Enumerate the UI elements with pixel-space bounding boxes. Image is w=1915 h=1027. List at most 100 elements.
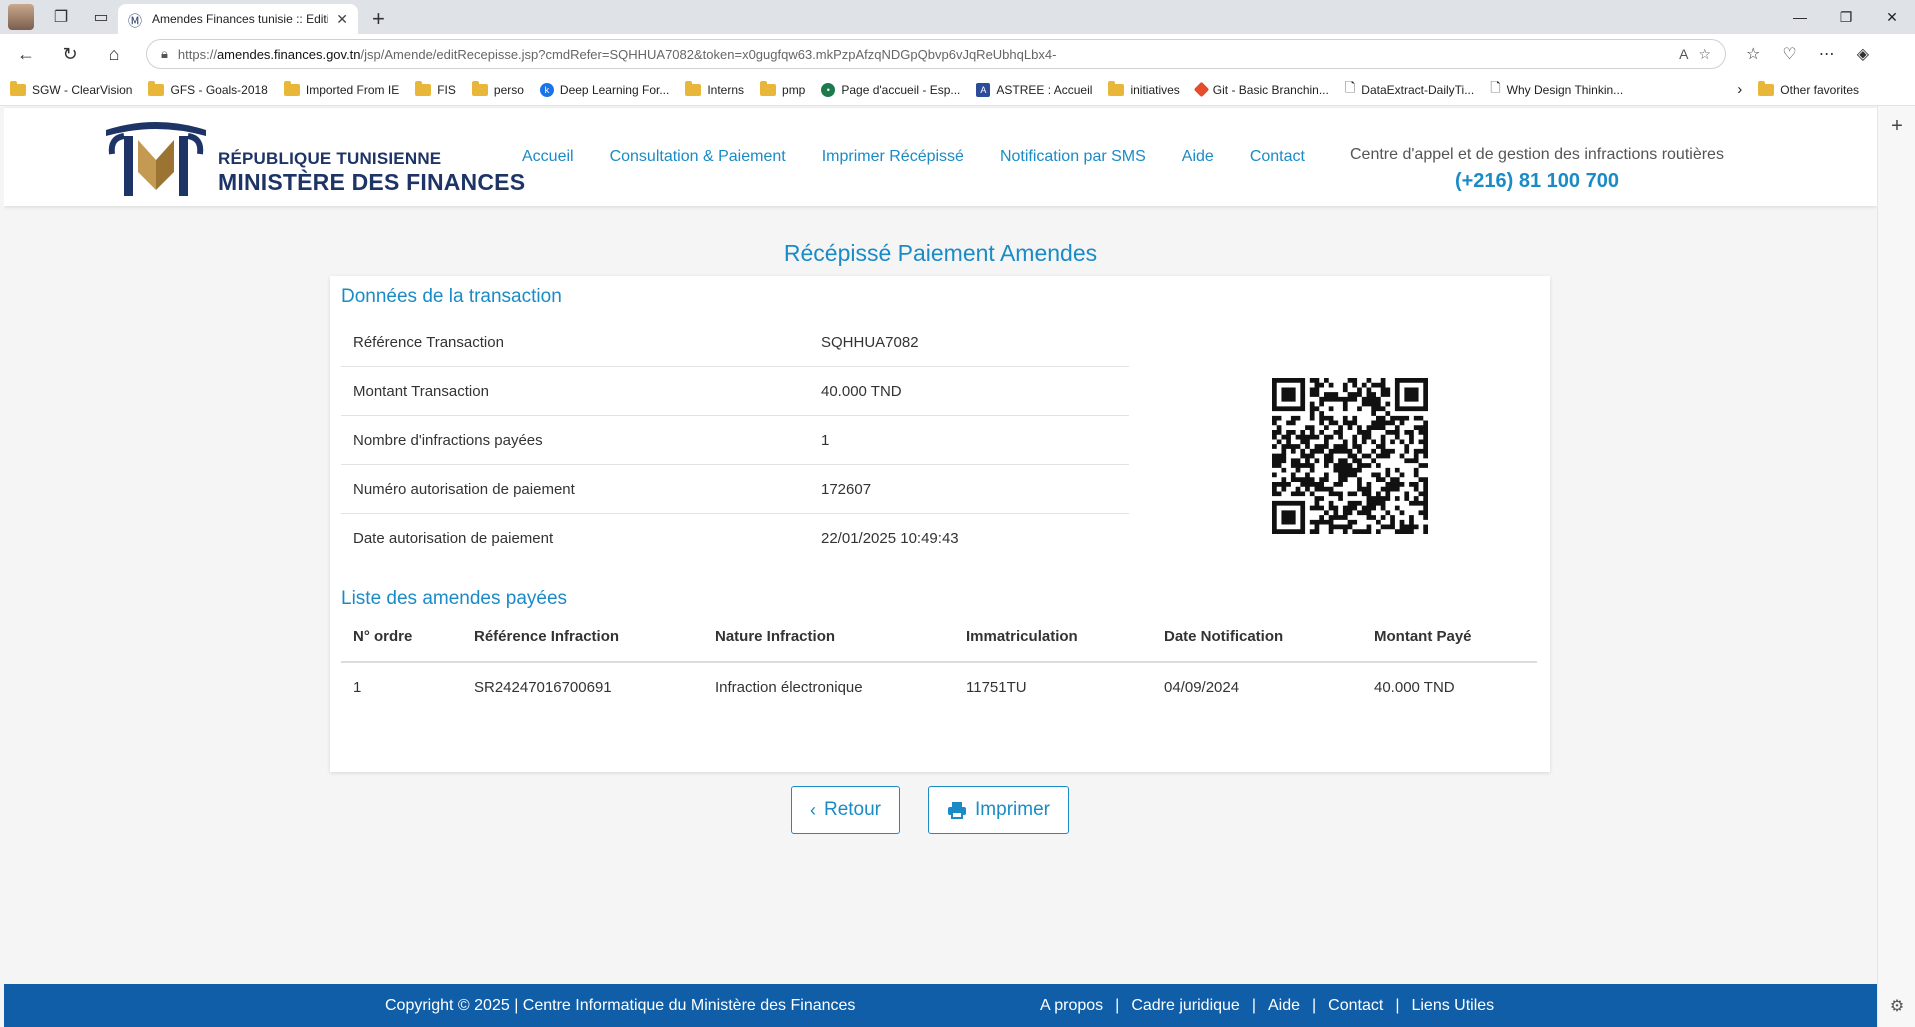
- bookmark-item[interactable]: k Deep Learning For...: [539, 82, 669, 97]
- web-page: RÉPUBLIQUE TUNISIENNE MINISTÈRE DES FINA…: [4, 106, 1877, 1027]
- bookmark-item[interactable]: GFS - Goals-2018: [148, 80, 268, 97]
- footer-link-aide[interactable]: Aide: [1268, 997, 1300, 1015]
- folder-icon: [685, 80, 702, 96]
- browser-essentials-icon[interactable]: ♡: [1782, 44, 1796, 64]
- folder-icon: [148, 80, 165, 96]
- refresh-icon[interactable]: ↻: [58, 44, 82, 65]
- print-button[interactable]: Imprimer: [928, 786, 1069, 834]
- bookmark-item[interactable]: pmp: [760, 80, 805, 97]
- bookmark-item[interactable]: Interns: [685, 80, 744, 97]
- restore-icon[interactable]: ❐: [1823, 0, 1869, 34]
- folder-icon: [283, 80, 300, 96]
- page-icon: 🗋: [1344, 79, 1356, 95]
- git-icon: [1193, 81, 1210, 98]
- bookmark-item[interactable]: Imported From IE: [283, 80, 399, 97]
- folder-icon: [10, 80, 26, 96]
- call-center-phone[interactable]: (+216) 81 100 700: [1350, 170, 1724, 193]
- menu-item-aide[interactable]: Aide: [1182, 148, 1214, 166]
- bookmark-item[interactable]: A ASTREE : Accueil: [976, 82, 1092, 97]
- table-cell: Infraction électronique: [715, 679, 863, 696]
- fines-table: N° ordre Référence Infraction Nature Inf…: [341, 612, 1537, 712]
- settings-gear-icon[interactable]: ⚙: [1878, 993, 1915, 1019]
- table-row: Date autorisation de paiement 22/01/2025…: [341, 514, 1129, 563]
- logo-line-ministry: MINISTÈRE DES FINANCES: [218, 169, 526, 195]
- chevron-right-icon[interactable]: ›: [1737, 81, 1742, 98]
- column-header: Date Notification: [1152, 612, 1362, 663]
- footer-copyright: Copyright © 2025 | Centre Informatique d…: [385, 996, 856, 1014]
- browser-tab-active[interactable]: Ⓜ Amendes Finances tunisie :: Editio ✕: [118, 4, 358, 34]
- back-button[interactable]: ‹ Retour: [791, 786, 900, 834]
- add-sidebar-icon[interactable]: +: [1878, 106, 1915, 146]
- column-header: N° ordre: [341, 612, 462, 663]
- bookmark-item[interactable]: 🗋 DataExtract-DailyTi...: [1345, 79, 1474, 101]
- new-tab-icon[interactable]: +: [372, 4, 385, 34]
- footer-links: A propos | Cadre juridique | Aide | Contact…: [1040, 996, 1495, 1015]
- column-header: Nature Infraction: [703, 612, 954, 663]
- receipt-card: Données de la transaction Référence Tran…: [330, 276, 1550, 772]
- tab-actions-icon[interactable]: ▭: [88, 4, 114, 30]
- home-icon[interactable]: ⌂: [102, 44, 126, 65]
- favorite-star-icon[interactable]: ☆: [1698, 46, 1711, 63]
- menu-item-accueil[interactable]: Accueil: [522, 148, 574, 166]
- field-label: Référence Transaction: [353, 333, 504, 351]
- table-row: Nombre d'infractions payées 1: [341, 416, 1129, 465]
- menu-item-consultation-paiement[interactable]: Consultation & Paiement: [610, 148, 786, 166]
- table-cell: 04/09/2024: [1164, 679, 1240, 696]
- other-favorites[interactable]: Other favorites: [1758, 80, 1859, 97]
- footer-link-liens-utiles[interactable]: Liens Utiles: [1411, 997, 1494, 1015]
- back-button-label: Retour: [823, 799, 882, 820]
- bookmark-item[interactable]: perso: [471, 80, 524, 97]
- address-bar[interactable]: 🔒︎ https://amendes.finances.gov.tn/jsp/A…: [146, 39, 1726, 69]
- footer-link-contact[interactable]: Contact: [1328, 997, 1383, 1015]
- table-row: Montant Transaction 40.000 TND: [341, 367, 1129, 416]
- footer-link-cadre-juridique[interactable]: Cadre juridique: [1131, 997, 1240, 1015]
- browser-tab-bar: ❐ ▭ Ⓜ Amendes Finances tunisie :: Editio…: [0, 0, 1915, 34]
- page-icon: 🗋: [1490, 79, 1501, 95]
- call-center-info: Centre d'appel et de gestion des infract…: [1350, 146, 1724, 193]
- menu-item-notification-sms[interactable]: Notification par SMS: [1000, 148, 1146, 166]
- menu-item-imprimer-recepisse[interactable]: Imprimer Récépissé: [822, 148, 964, 166]
- read-aloud-icon[interactable]: A: [1679, 46, 1688, 62]
- url-text[interactable]: https://amendes.finances.gov.tn/jsp/Amen…: [178, 47, 1669, 62]
- bookmark-item[interactable]: FIS: [415, 80, 456, 97]
- bookmark-item[interactable]: SGW - ClearVision: [10, 80, 132, 97]
- menu-item-contact[interactable]: Contact: [1250, 148, 1305, 166]
- field-value: 40.000 TND: [821, 382, 902, 400]
- fines-section-title: Liste des amendes payées: [341, 588, 568, 609]
- chevron-left-icon: ‹: [809, 799, 816, 820]
- field-value: 22/01/2025 10:49:43: [821, 530, 959, 547]
- lock-icon[interactable]: 🔒︎: [161, 46, 168, 62]
- folder-icon: [760, 80, 777, 96]
- profile-avatar[interactable]: [8, 4, 34, 30]
- site-k-icon: k: [539, 82, 554, 97]
- browser-sidebar: + ⚙: [1877, 106, 1915, 1027]
- bookmarks-bar: SGW - ClearVision GFS - Goals-2018 Impor…: [0, 74, 1915, 106]
- field-value: 1: [821, 431, 830, 449]
- site-not-icon: •: [821, 82, 836, 97]
- field-label: Numéro autorisation de paiement: [353, 480, 575, 498]
- minimize-icon[interactable]: —: [1777, 0, 1823, 34]
- more-menu-icon[interactable]: ⋯: [1819, 44, 1835, 64]
- table-cell: SR24247016700691: [474, 679, 612, 696]
- field-value: 172607: [821, 480, 872, 498]
- site-astree-icon: A: [976, 82, 991, 97]
- bookmark-item[interactable]: • Page d'accueil - Esp...: [821, 82, 960, 97]
- close-tab-icon[interactable]: ✕: [336, 11, 348, 28]
- call-center-label: Centre d'appel et de gestion des infract…: [1350, 146, 1724, 163]
- workspaces-icon[interactable]: ❐: [48, 4, 74, 30]
- ministry-logo[interactable]: RÉPUBLIQUE TUNISIENNE MINISTÈRE DES FINA…: [104, 120, 525, 198]
- bookmark-item[interactable]: Git - Basic Branchin...: [1193, 81, 1329, 98]
- copilot-icon[interactable]: ◈: [1857, 44, 1869, 64]
- logo-line-republic: RÉPUBLIQUE TUNISIENNE: [218, 149, 442, 168]
- browser-toolbar: ← ↻ ⌂ 🔒︎ https://amendes.finances.gov.tn…: [0, 34, 1915, 74]
- footer-link-a-propos[interactable]: A propos: [1040, 997, 1103, 1015]
- bookmark-item[interactable]: 🗋 Why Design Thinkin...: [1490, 79, 1623, 101]
- transaction-section-title: Données de la transaction: [341, 286, 562, 307]
- favorites-icon[interactable]: ☆: [1746, 44, 1760, 64]
- tab-title: Amendes Finances tunisie :: Editio: [152, 12, 329, 26]
- back-arrow-icon[interactable]: ←: [14, 44, 38, 65]
- close-window-icon[interactable]: ✕: [1869, 0, 1915, 34]
- table-cell: 1: [353, 679, 362, 696]
- bookmark-item[interactable]: initiatives: [1108, 80, 1180, 97]
- table-cell: 40.000 TND: [1374, 679, 1455, 696]
